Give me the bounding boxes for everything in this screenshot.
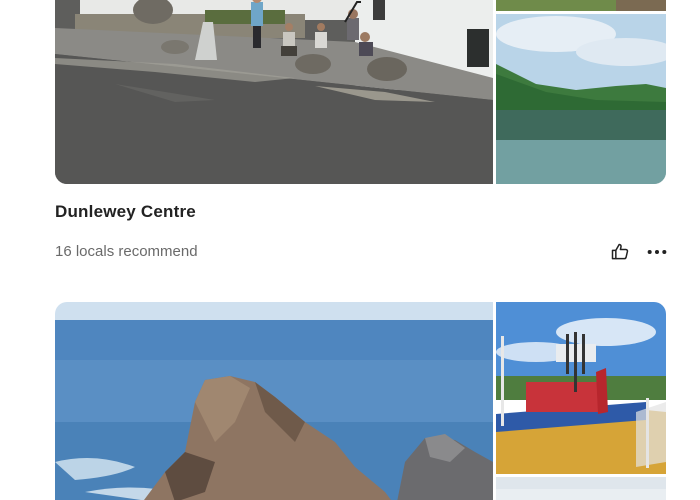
photo-grid: [55, 302, 666, 500]
side-photo-bottom[interactable]: [496, 14, 666, 184]
main-photo[interactable]: [55, 0, 493, 184]
recommend-count: 16 locals recommend: [55, 243, 198, 260]
place-card[interactable]: [55, 0, 666, 184]
listings-page: Dunlewey Centre 16 locals recommend: [0, 0, 700, 500]
more-dots-icon[interactable]: [645, 240, 669, 264]
main-photo[interactable]: [55, 302, 493, 500]
thumbs-up-icon[interactable]: [608, 240, 632, 264]
side-photo-top[interactable]: [496, 302, 666, 474]
photo-grid: [55, 0, 666, 184]
place-title[interactable]: Dunlewey Centre: [55, 202, 196, 222]
side-photo-bottom[interactable]: [496, 477, 666, 500]
side-photo-top[interactable]: [496, 0, 666, 11]
place-card[interactable]: [55, 302, 666, 500]
